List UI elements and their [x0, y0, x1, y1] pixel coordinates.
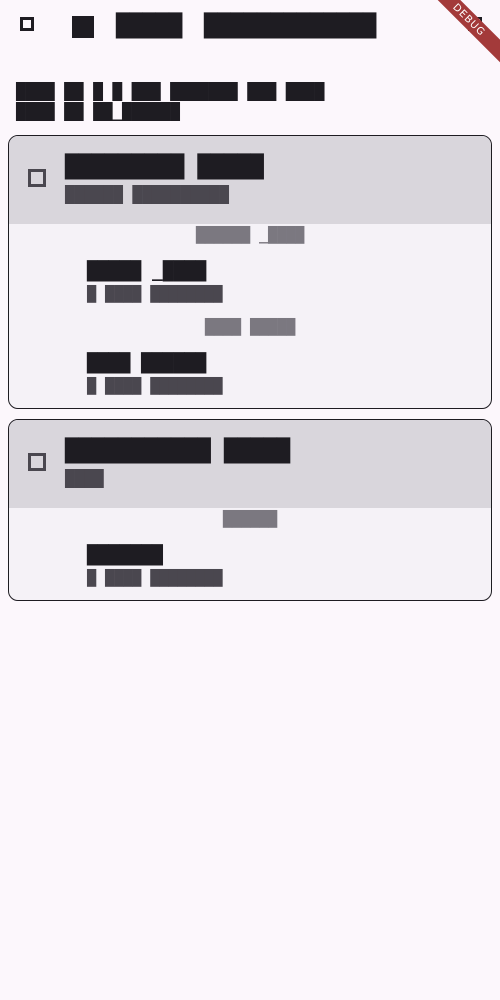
section-label: ████ █████ — [204, 318, 296, 336]
card-title-part-1: █████████ — [65, 155, 185, 180]
list-item-title[interactable]: ████ ██████ — [87, 354, 206, 374]
card-header[interactable]: █████████ █████ ██████ ██████████ — [9, 136, 491, 224]
page-description: ████ ██ █ █ ███ ███████ ███ ████ ████ ██… — [16, 82, 484, 122]
group-card-1: █████████ █████ ██████ ██████████ ██████… — [8, 135, 492, 409]
app-subtitle: █████████████ — [204, 14, 377, 39]
list-item-meta: █ ████ ████████ — [87, 285, 223, 303]
description-line-2: ████ ██ ██_██████ — [16, 102, 180, 121]
card-title: ███████████ █████ — [65, 440, 290, 464]
card-title-part-2: █████ — [223, 439, 291, 464]
select-all-checkbox[interactable] — [20, 17, 34, 31]
list-item-meta: █ ████ ████████ — [87, 377, 223, 395]
card-checkbox[interactable] — [28, 169, 46, 187]
description-line-1: ████ ██ █ █ ███ ███████ ███ ████ — [16, 82, 325, 101]
section-label: ██████ — [222, 510, 278, 528]
top-app-bar: █████ █████████████ DEBUG — [0, 0, 500, 65]
app-icon — [72, 16, 94, 38]
list-item-title[interactable]: █████ _████ — [87, 262, 206, 282]
card-subtitle: ████ — [65, 469, 104, 488]
card-title-part-1: ███████████ — [65, 439, 211, 464]
card-checkbox[interactable] — [28, 453, 46, 471]
card-title: █████████ █████ — [65, 156, 264, 180]
app-title: █████ — [116, 14, 183, 39]
group-card-2: ███████████ █████ ████ ██████ ███████ █ … — [8, 419, 492, 601]
card-title-part-2: █████ — [197, 155, 264, 180]
section-label: ██████ _████ — [195, 226, 305, 244]
list-item-title[interactable]: ███████ — [87, 546, 163, 566]
list-item-meta: █ ████ ████████ — [87, 569, 223, 587]
debug-banner: DEBUG — [424, 0, 500, 65]
card-header[interactable]: ███████████ █████ ████ — [9, 420, 491, 508]
card-subtitle: ██████ ██████████ — [65, 185, 229, 204]
